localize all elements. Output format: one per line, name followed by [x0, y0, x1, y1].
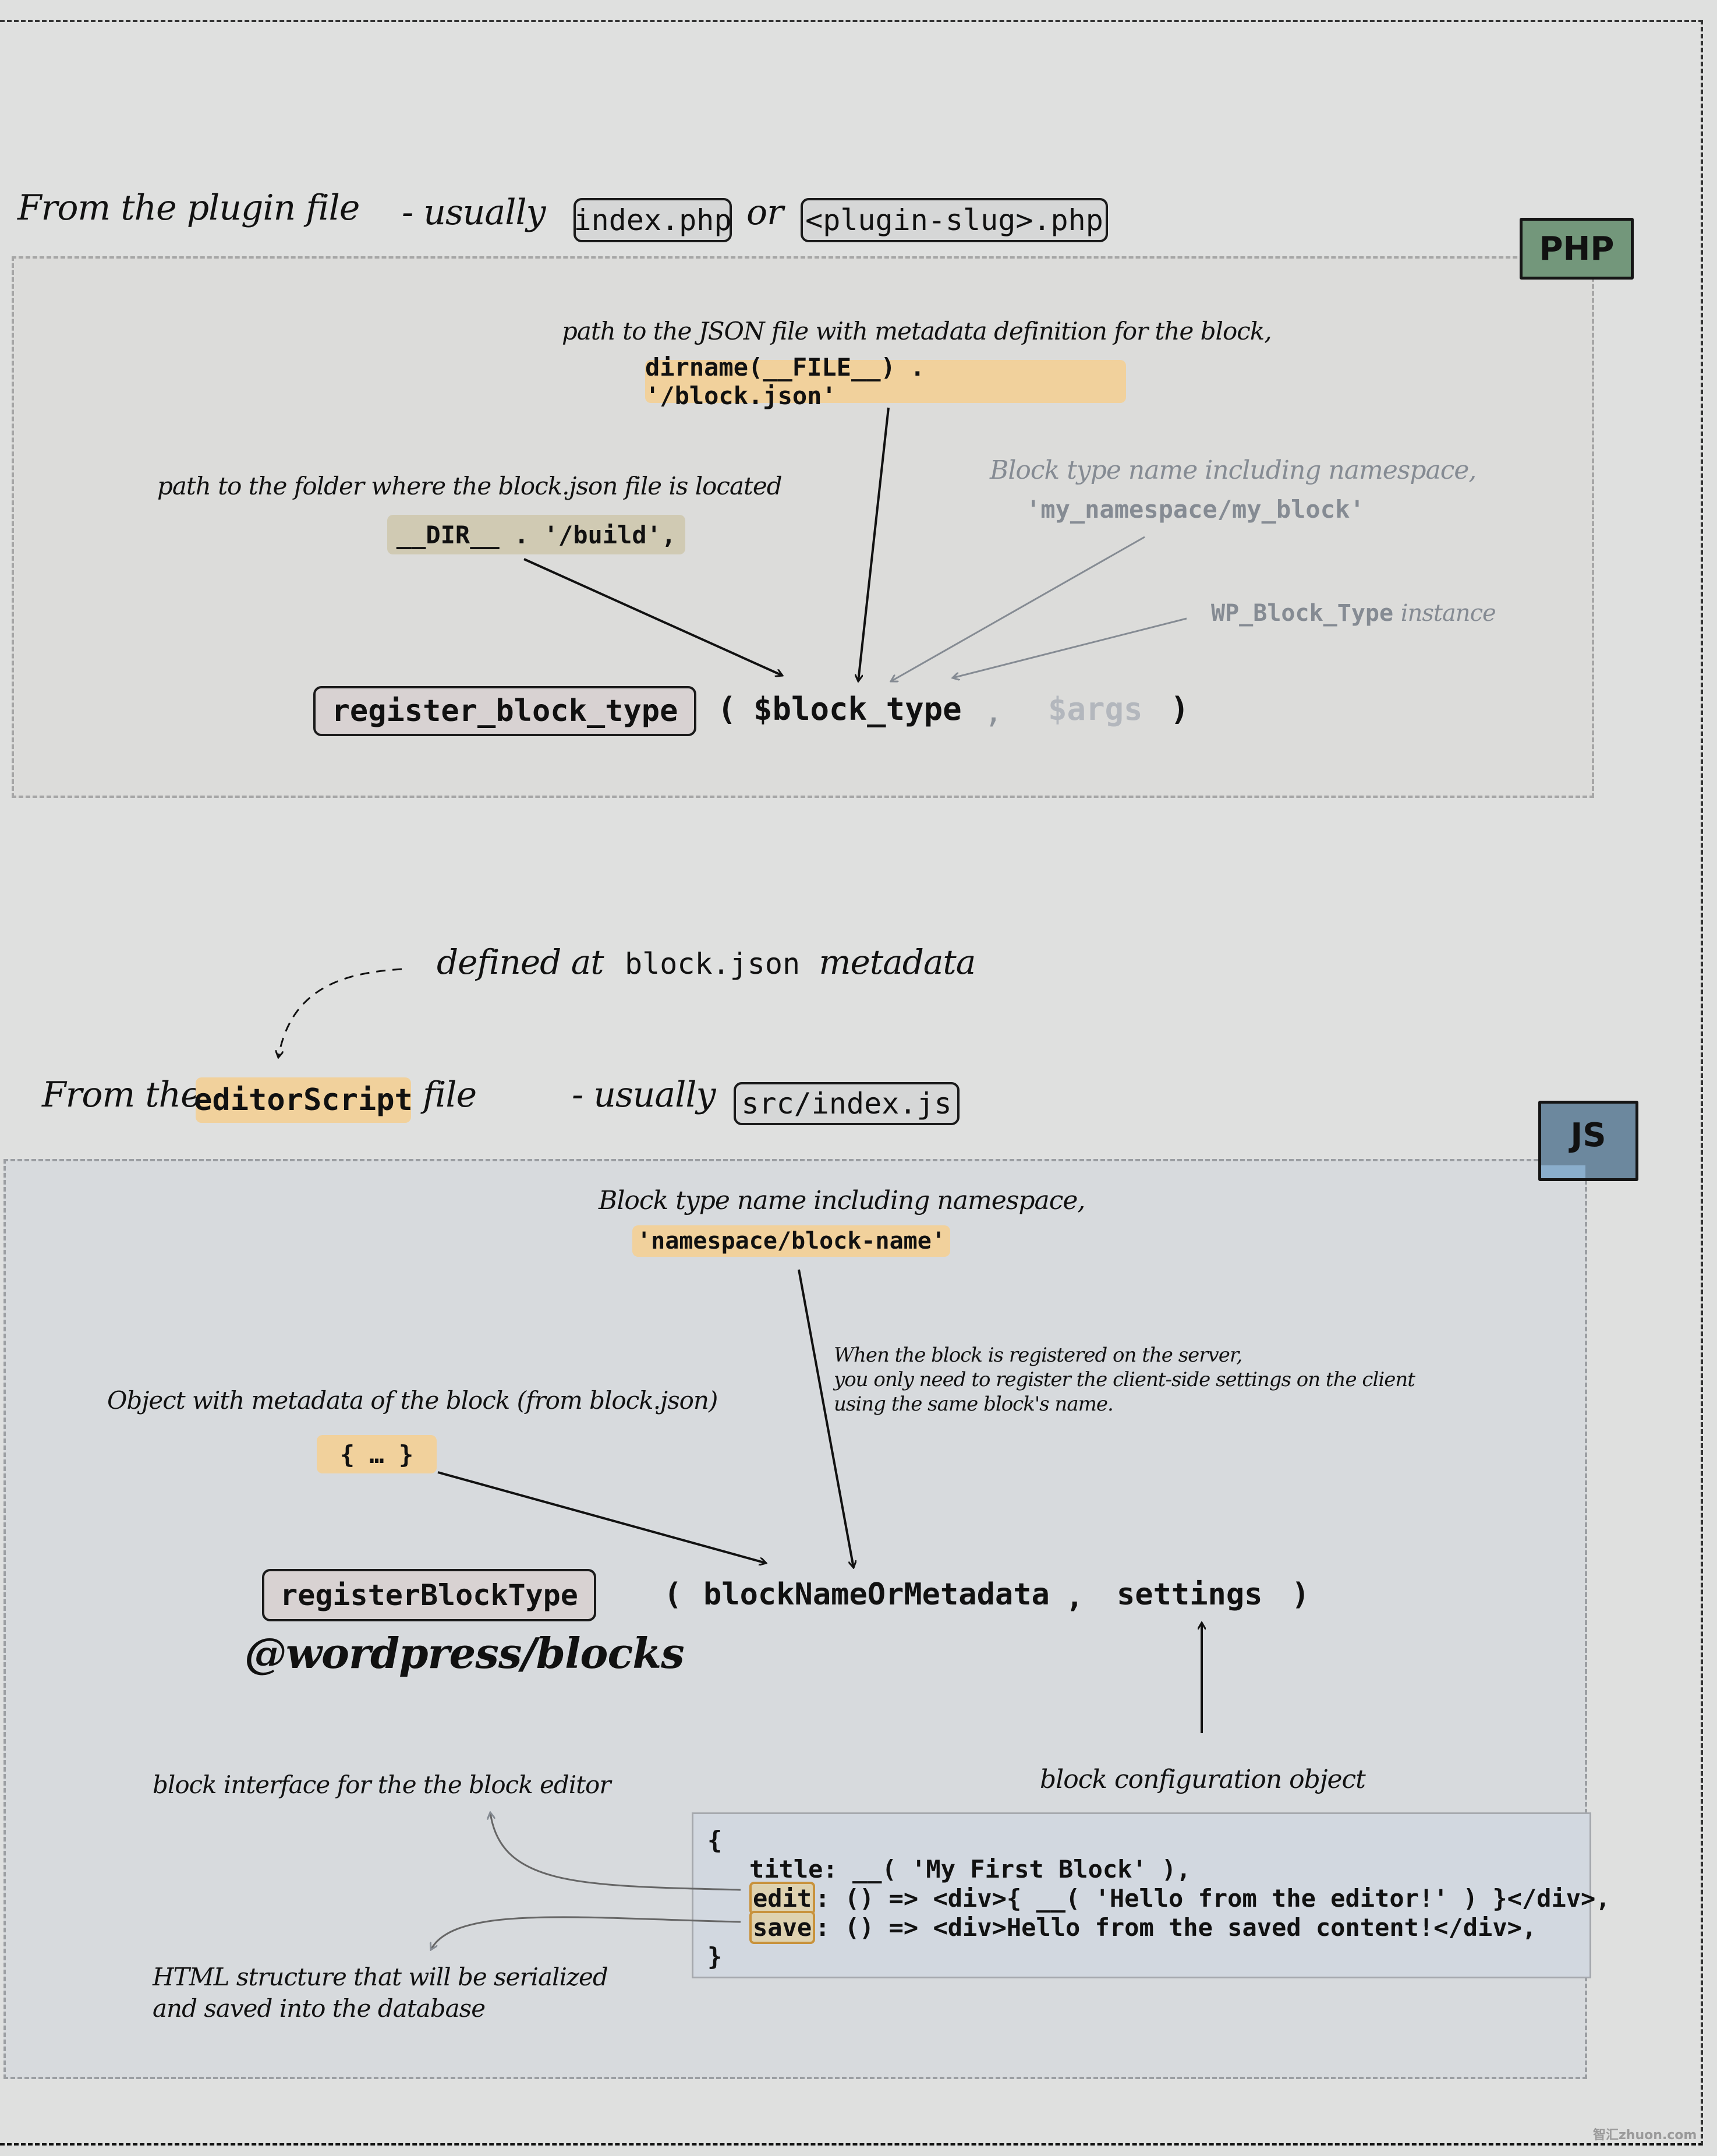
arrow-json-path	[858, 407, 890, 681]
arrow-block-name-js	[798, 1269, 854, 1568]
watermark: 智汇zhuon.com	[1593, 2128, 1697, 2143]
arrow-metadata	[437, 1471, 766, 1563]
arrow-save	[431, 1916, 741, 1950]
arrow-instance	[953, 617, 1187, 678]
arrow-folder-path	[523, 558, 783, 676]
arrow-edit	[490, 1812, 741, 1891]
arrow-layer	[0, 407, 1717, 2156]
arrow-block-name-php	[891, 536, 1145, 681]
arrow-defined-at	[278, 968, 402, 1058]
